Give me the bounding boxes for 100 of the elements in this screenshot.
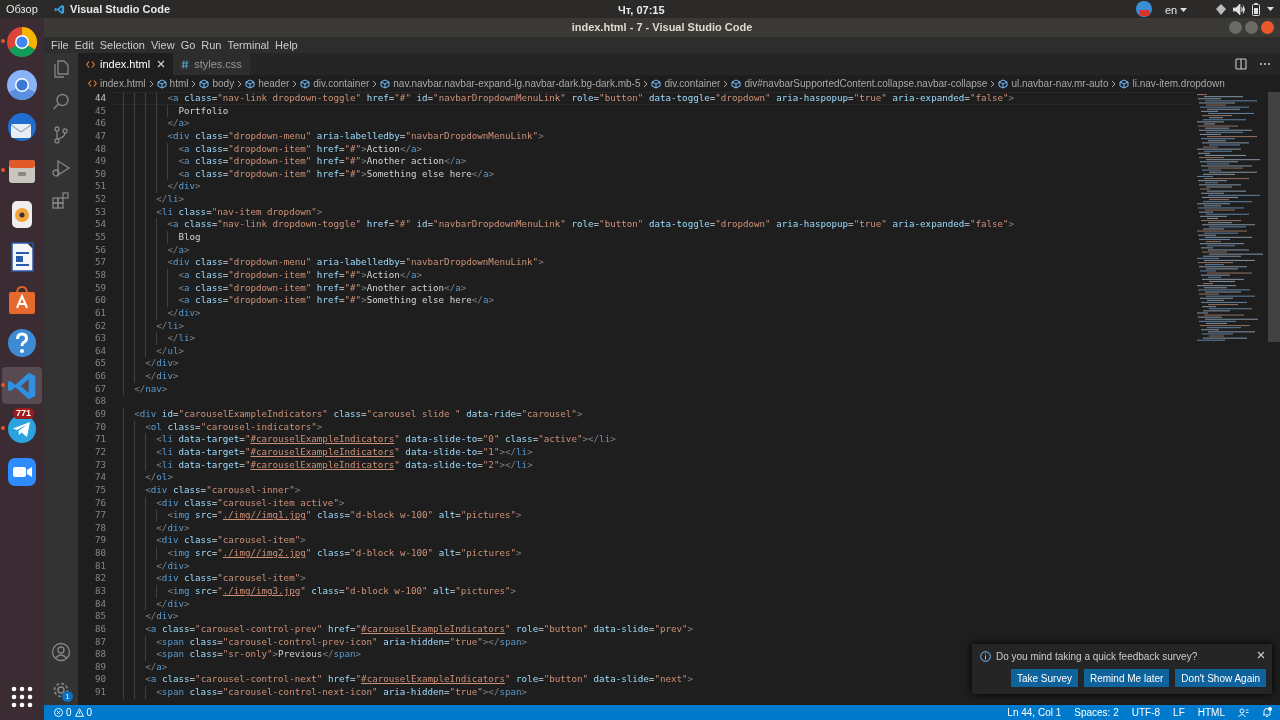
breadcrumb-item[interactable]: div.container xyxy=(650,76,722,91)
extensions-icon[interactable] xyxy=(51,191,71,211)
dock-item[interactable]: 771 xyxy=(2,410,42,447)
account-icon[interactable] xyxy=(51,642,71,662)
editor-tab[interactable]: index.html xyxy=(78,53,174,75)
menu-item[interactable]: Selection xyxy=(96,36,148,54)
close-button[interactable] xyxy=(1261,21,1274,34)
feedback-icon[interactable] xyxy=(1238,707,1249,718)
help-icon xyxy=(6,326,38,359)
line-number: 69 xyxy=(93,408,106,421)
editor-tab[interactable]: styles.css xyxy=(173,53,250,75)
app-menu[interactable]: Visual Studio Code xyxy=(54,0,176,18)
settings-icon[interactable] xyxy=(51,680,71,700)
breadcrumb-item[interactable]: header xyxy=(244,76,291,91)
line-number: 61 xyxy=(93,306,106,320)
breadcrumb-item[interactable]: ul.navbar-nav.mr-auto xyxy=(997,76,1110,91)
breadcrumb-item[interactable]: html xyxy=(155,76,190,91)
status-item[interactable]: Ln 44, Col 1 xyxy=(1007,705,1062,720)
line-number: 60 xyxy=(93,294,106,307)
line-number: 51 xyxy=(93,180,106,194)
code-line: Blog xyxy=(178,231,201,244)
code-line: </div> xyxy=(167,180,201,194)
notification-button[interactable]: Don't Show Again xyxy=(1175,669,1266,687)
line-number: 73 xyxy=(93,458,106,472)
code-line: <li data-target="#carouselExampleIndicators" data-slide-to="2"></li> xyxy=(156,458,533,472)
search-icon[interactable] xyxy=(51,92,71,112)
more-actions-icon[interactable] xyxy=(1259,62,1271,66)
minimap-drawing[interactable] xyxy=(1195,94,1265,344)
shopping-bag-icon xyxy=(6,283,38,316)
clock[interactable]: Чт, 07:15 xyxy=(618,2,665,19)
menu-item[interactable]: Help xyxy=(272,36,301,54)
cube-icon xyxy=(380,78,391,89)
menu-item[interactable]: Run xyxy=(198,36,225,54)
notification-badge: 771 xyxy=(13,408,35,419)
menu-item[interactable]: Edit xyxy=(71,36,97,54)
video-camera-icon xyxy=(6,455,38,488)
breadcrumb-item[interactable]: li.nav-item.dropdown xyxy=(1118,76,1226,91)
menu-item[interactable]: View xyxy=(147,36,178,54)
code-line: </nav> xyxy=(134,382,168,396)
breadcrumb-item[interactable]: body xyxy=(198,76,236,91)
notification-button[interactable]: Take Survey xyxy=(1010,669,1078,687)
caret-icon[interactable] xyxy=(1267,7,1274,12)
code-line: </div> xyxy=(145,610,179,623)
line-number: 79 xyxy=(93,534,106,548)
volume-icon[interactable] xyxy=(1233,4,1245,15)
cube-icon xyxy=(199,78,210,89)
menu-item[interactable]: Go xyxy=(177,36,199,54)
code-line: <div class="dropdown-menu" aria-labelledby="navbarDropdownMenuLink"> xyxy=(167,129,544,143)
line-number: 58 xyxy=(93,268,106,282)
line-number: 77 xyxy=(93,509,106,522)
line-number: 66 xyxy=(93,370,106,383)
bell-icon[interactable] xyxy=(1262,707,1272,718)
line-number: 46 xyxy=(93,117,106,130)
line-number: 81 xyxy=(93,559,106,573)
close-icon[interactable] xyxy=(1257,651,1265,659)
scrollbar-thumb[interactable] xyxy=(1268,92,1280,342)
status-item[interactable]: Spaces: 2 xyxy=(1074,705,1119,720)
running-indicator xyxy=(1,168,5,172)
menu-item[interactable]: File xyxy=(48,36,72,54)
split-editor-icon[interactable] xyxy=(1235,58,1247,70)
code-line: <a class="dropdown-item" href="#">Action</a> xyxy=(178,142,423,156)
status-item[interactable]: UTF-8 xyxy=(1131,705,1161,720)
code-line: <a class="dropdown-item" href="#">Something else here</a> xyxy=(178,167,494,181)
close-icon[interactable] xyxy=(157,60,166,68)
code-line: <div class="carousel-item"> xyxy=(156,534,306,548)
breadcrumb-item[interactable]: div#navbarSupportedContent.collapse.navbar-collapse xyxy=(730,76,989,91)
breadcrumb-item[interactable]: nav.navbar.navbar-expand-lg.navbar-dark.bg-dark.mb-5 xyxy=(379,76,642,91)
line-number: 75 xyxy=(93,483,106,497)
code-line: <div class="dropdown-menu" aria-labelledby="navbarDropdownMenuLink"> xyxy=(167,256,544,269)
battery-icon[interactable] xyxy=(1252,3,1260,16)
breadcrumb-item[interactable]: index.html xyxy=(87,76,147,91)
app-grid-icon[interactable] xyxy=(11,686,33,708)
breadcrumb-item[interactable]: div.container xyxy=(299,76,371,91)
line-number: 47 xyxy=(93,129,106,143)
running-indicator xyxy=(1,39,5,43)
activities-button[interactable]: Обзор xyxy=(6,0,42,18)
running-indicator xyxy=(1,383,5,387)
code-line: </div> xyxy=(145,357,179,371)
menu-item[interactable]: Terminal xyxy=(224,36,273,54)
code-line: <li data-target="#carouselExampleIndicators" data-slide-to="0" class="active"></li> xyxy=(156,433,616,446)
notification-button[interactable]: Remind Me later xyxy=(1084,669,1170,687)
language-menu[interactable]: en xyxy=(1165,2,1188,19)
code-line: <a class="carousel-control-prev" href="#carouselExampleIndicators" role="button" data-slide="prev"> xyxy=(145,622,694,636)
line-number: 55 xyxy=(93,231,106,244)
line-number: 91 xyxy=(93,686,106,699)
cube-icon xyxy=(245,78,256,89)
status-item[interactable]: HTML xyxy=(1197,705,1225,720)
files-icon[interactable] xyxy=(51,59,71,79)
status-item[interactable]: LF xyxy=(1173,705,1185,720)
line-number: 67 xyxy=(93,382,106,396)
problems-indicator[interactable]: 0 0 xyxy=(54,705,93,720)
line-number: 78 xyxy=(93,521,106,535)
browser-icon xyxy=(6,25,38,58)
code-line: <a class="dropdown-item" href="#">Another action</a> xyxy=(178,281,467,295)
branch-icon[interactable] xyxy=(51,125,71,145)
line-number: 87 xyxy=(93,635,106,649)
code-line: </div> xyxy=(167,306,201,320)
line-number: 89 xyxy=(93,660,106,674)
code-line: <div class="carousel-item"> xyxy=(156,572,306,585)
code-line: <img src="./img//img1.jpg" class="d-block w-100" alt="pictures"> xyxy=(167,509,522,522)
